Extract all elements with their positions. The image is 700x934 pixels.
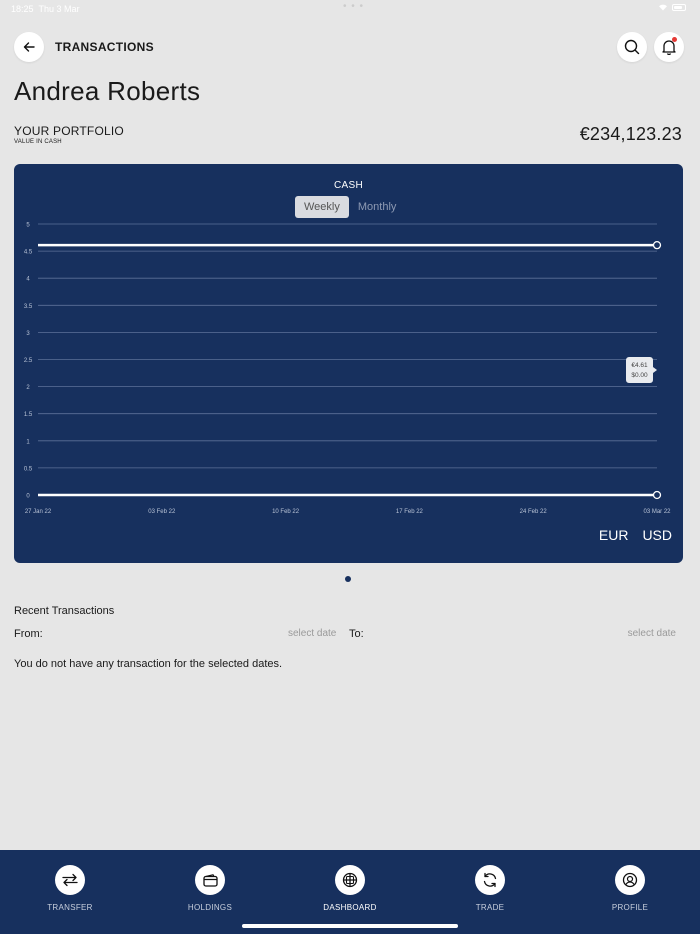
tab-dashboard[interactable]: DASHBOARD xyxy=(310,865,390,912)
multitask-dots: • • • xyxy=(343,1,365,12)
y-tick-label: 2 xyxy=(26,385,30,391)
page-indicator-dot xyxy=(345,576,351,582)
bottom-tab-bar: TRANSFER HOLDINGS DASHBOARD TRADE PROFIL… xyxy=(0,850,700,934)
y-tick-label: 4 xyxy=(26,277,30,283)
series-end-point xyxy=(652,490,662,500)
tab-transfer-label: TRANSFER xyxy=(47,903,93,912)
y-tick-label: 0.5 xyxy=(24,466,33,472)
chart-title: CASH xyxy=(334,180,363,191)
y-tick-label: 0 xyxy=(26,494,30,500)
y-tick-label: 4.5 xyxy=(24,250,33,256)
tab-transfer[interactable]: TRANSFER xyxy=(30,865,110,912)
x-tick-label: 03 Mar 22 xyxy=(643,509,671,515)
status-time: 18:25 Thu 3 Mar xyxy=(11,4,80,14)
back-button[interactable] xyxy=(14,32,44,62)
tooltip-usd-value: $0.00 xyxy=(631,372,648,379)
tab-profile-label: PROFILE xyxy=(611,903,649,912)
dashboard-icon xyxy=(335,865,365,895)
notification-badge xyxy=(672,37,677,42)
y-tick-label: 3 xyxy=(26,331,30,337)
transfer-icon xyxy=(55,865,85,895)
y-tick-label: 2.5 xyxy=(24,358,33,364)
y-tick-label: 3.5 xyxy=(24,304,33,310)
monthly-toggle-button[interactable]: Monthly xyxy=(349,196,406,218)
tab-holdings[interactable]: HOLDINGS xyxy=(170,865,250,912)
cash-chart-card: 5 4.5 4 3.5 3 2.5 2 1.5 1 0.5 0 27 Jan 22 03 Feb 22 1… xyxy=(14,164,683,563)
tab-trade-label: TRADE xyxy=(475,903,505,912)
x-tick-label: 03 Feb 22 xyxy=(148,509,176,515)
profile-icon xyxy=(615,865,645,895)
x-tick-label: 24 Feb 22 xyxy=(520,509,548,515)
status-icons xyxy=(658,3,686,11)
y-tick-label: 1.5 xyxy=(24,412,33,418)
portfolio-label: YOUR PORTFOLIO xyxy=(14,124,124,138)
page-title: TRANSACTIONS xyxy=(55,40,154,54)
weekly-toggle-button[interactable]: Weekly xyxy=(295,196,349,218)
y-tick-label: 1 xyxy=(26,439,30,445)
tab-trade[interactable]: TRADE xyxy=(450,865,530,912)
user-name: Andrea Roberts xyxy=(14,76,201,106)
y-tick-label: 5 xyxy=(26,223,30,229)
tab-profile[interactable]: PROFILE xyxy=(590,865,670,912)
arrow-left-icon xyxy=(23,42,35,52)
search-button[interactable] xyxy=(617,32,647,62)
status-bar: 18:25 Thu 3 Mar • • • xyxy=(0,0,700,18)
x-tick-label: 17 Feb 22 xyxy=(396,509,424,515)
wallet-icon xyxy=(195,865,225,895)
from-date-picker[interactable]: select date xyxy=(288,628,336,639)
chart-tooltip-pointer xyxy=(653,367,657,373)
chart-tooltip xyxy=(626,357,653,383)
wifi-icon xyxy=(659,4,667,11)
x-tick-label: 10 Feb 22 xyxy=(272,509,300,515)
series-end-point xyxy=(652,240,662,250)
x-tick-label: 27 Jan 22 xyxy=(25,509,52,515)
portfolio-sublabel: VALUE IN CASH xyxy=(14,139,62,145)
period-toggle: Weekly Monthly xyxy=(295,196,405,218)
to-label: To: xyxy=(349,628,364,640)
refresh-icon xyxy=(475,865,505,895)
empty-transactions-message: You do not have any transaction for the … xyxy=(14,658,283,670)
notifications-button[interactable] xyxy=(654,32,684,62)
from-label: From: xyxy=(14,628,43,640)
recent-transactions-title: Recent Transactions xyxy=(14,605,115,617)
tab-dashboard-label: DASHBOARD xyxy=(323,903,377,912)
tab-holdings-label: HOLDINGS xyxy=(187,903,233,912)
to-date-picker[interactable]: select date xyxy=(628,628,676,639)
search-icon xyxy=(624,39,640,55)
portfolio-value: €234,123.23 xyxy=(579,124,682,144)
currency-eur-button[interactable]: EUR xyxy=(599,527,629,543)
home-indicator xyxy=(242,924,458,928)
tooltip-eur-value: €4.61 xyxy=(631,362,648,369)
currency-usd-button[interactable]: USD xyxy=(642,527,672,543)
battery-icon xyxy=(672,3,686,11)
currency-selector: EUR USD xyxy=(599,527,672,543)
cash-chart: 5 4.5 4 3.5 3 2.5 2 1.5 1 0.5 0 27 Jan 22 03 Feb 22 1… xyxy=(24,223,671,516)
